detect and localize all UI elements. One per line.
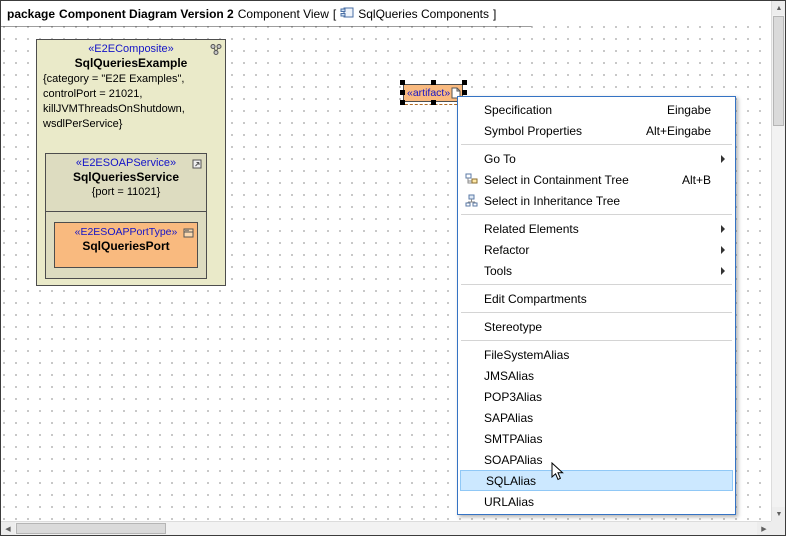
menu-shortcut: Alt+B	[682, 173, 711, 187]
service-stereotype-icon	[192, 157, 203, 175]
service-stereotype: «E2ESOAPService»	[46, 154, 206, 169]
menu-item-sapalias[interactable]: SAPAlias	[458, 407, 735, 428]
composite-property-line: {category = "E2E Examples",	[43, 72, 219, 87]
frame-diagram-name: SqlQueries Components	[358, 7, 489, 21]
menu-item-symbol-properties[interactable]: Symbol Properties Alt+Eingabe	[458, 120, 735, 141]
porttype-name: SqlQueriesPort	[55, 238, 197, 253]
resize-handle-bottom-left[interactable]	[400, 100, 405, 105]
composite-stereotype-icon	[209, 43, 222, 61]
menu-item-specification[interactable]: Specification Eingabe	[458, 99, 735, 120]
diagram-canvas[interactable]: package Component Diagram Version 2 Comp…	[1, 1, 771, 521]
scroll-down-button[interactable]: ▼	[772, 507, 786, 521]
horizontal-scroll-thumb[interactable]	[16, 523, 166, 534]
service-name: SqlQueriesService	[46, 169, 206, 184]
service-node-sqlqueriesservice[interactable]: «E2ESOAPService» SqlQueriesService {port…	[45, 153, 207, 279]
scroll-up-button[interactable]: ▲	[772, 1, 786, 15]
resize-handle-left[interactable]	[400, 90, 405, 95]
composite-name: SqlQueriesExample	[37, 55, 225, 70]
service-port-property: {port = 11021}	[46, 184, 206, 198]
frame-open-bracket: [	[333, 7, 336, 21]
vertical-scroll-thumb[interactable]	[773, 16, 784, 126]
menu-item-smtpalias[interactable]: SMTPAlias	[458, 428, 735, 449]
diagram-frame-header: package Component Diagram Version 2 Comp…	[1, 1, 771, 26]
menu-item-select-in-inheritance-tree[interactable]: Select in Inheritance Tree	[458, 190, 735, 211]
component-diagram-icon	[340, 6, 354, 22]
porttype-stereotype-icon	[183, 226, 194, 244]
menu-item-pop3alias[interactable]: POP3Alias	[458, 386, 735, 407]
menu-separator	[461, 284, 732, 285]
menu-shortcut: Eingabe	[667, 103, 711, 117]
menu-item-refactor[interactable]: Refactor	[458, 239, 735, 260]
menu-separator	[461, 214, 732, 215]
frame-view-type: Component View	[238, 7, 329, 21]
composite-property-line: killJVMThreadsOnShutdown,	[43, 102, 219, 117]
resize-handle-bottom[interactable]	[431, 100, 436, 105]
resize-handle-top-left[interactable]	[400, 80, 405, 85]
menu-item-jmsalias[interactable]: JMSAlias	[458, 365, 735, 386]
frame-name: Component Diagram Version 2	[59, 7, 234, 21]
submenu-arrow-icon	[721, 155, 725, 163]
menu-separator	[461, 312, 732, 313]
menu-item-urlalias[interactable]: URLAlias	[458, 491, 735, 512]
scroll-right-button[interactable]: ▶	[757, 522, 771, 536]
application-window: package Component Diagram Version 2 Comp…	[0, 0, 786, 536]
resize-handle-top[interactable]	[431, 80, 436, 85]
porttype-node-sqlqueriesport[interactable]: «E2ESOAPPortType» SqlQueriesPort	[54, 222, 198, 268]
submenu-arrow-icon	[721, 267, 725, 275]
scrollbar-corner	[771, 521, 785, 535]
composite-node-sqlqueriesexample[interactable]: «E2EComposite» SqlQueriesExample {catego…	[36, 39, 226, 286]
menu-item-stereotype[interactable]: Stereotype	[458, 316, 735, 337]
frame-close-bracket: ]	[493, 7, 496, 21]
inheritance-tree-icon	[458, 194, 484, 207]
menu-item-tools[interactable]: Tools	[458, 260, 735, 281]
menu-separator	[461, 144, 732, 145]
scroll-left-button[interactable]: ◀	[1, 522, 15, 536]
mouse-cursor	[551, 462, 564, 487]
porttype-stereotype: «E2ESOAPPortType»	[55, 223, 197, 238]
menu-item-filesystemalias[interactable]: FileSystemAlias	[458, 344, 735, 365]
menu-item-related-elements[interactable]: Related Elements	[458, 218, 735, 239]
menu-item-go-to[interactable]: Go To	[458, 148, 735, 169]
composite-stereotype: «E2EComposite»	[37, 40, 225, 55]
menu-separator	[461, 340, 732, 341]
menu-item-edit-compartments[interactable]: Edit Compartments	[458, 288, 735, 309]
containment-tree-icon	[458, 173, 484, 186]
submenu-arrow-icon	[721, 246, 725, 254]
menu-item-sqlalias[interactable]: SQLAlias	[460, 470, 733, 491]
frame-keyword: package	[7, 7, 55, 21]
context-menu: Specification Eingabe Symbol Properties …	[457, 96, 736, 515]
resize-handle-right[interactable]	[462, 90, 467, 95]
vertical-scrollbar[interactable]: ▲ ▼	[771, 1, 785, 521]
menu-shortcut: Alt+Eingabe	[646, 124, 711, 138]
submenu-arrow-icon	[721, 225, 725, 233]
composite-property-line: wsdlPerService}	[43, 117, 219, 132]
menu-item-soapalias[interactable]: SOAPAlias	[458, 449, 735, 470]
resize-handle-top-right[interactable]	[462, 80, 467, 85]
horizontal-scrollbar[interactable]: ◀ ▶	[1, 521, 771, 535]
menu-item-select-in-containment-tree[interactable]: Select in Containment Tree Alt+B	[458, 169, 735, 190]
service-compartment-separator	[46, 211, 206, 212]
composite-property-line: controlPort = 21021,	[43, 87, 219, 102]
